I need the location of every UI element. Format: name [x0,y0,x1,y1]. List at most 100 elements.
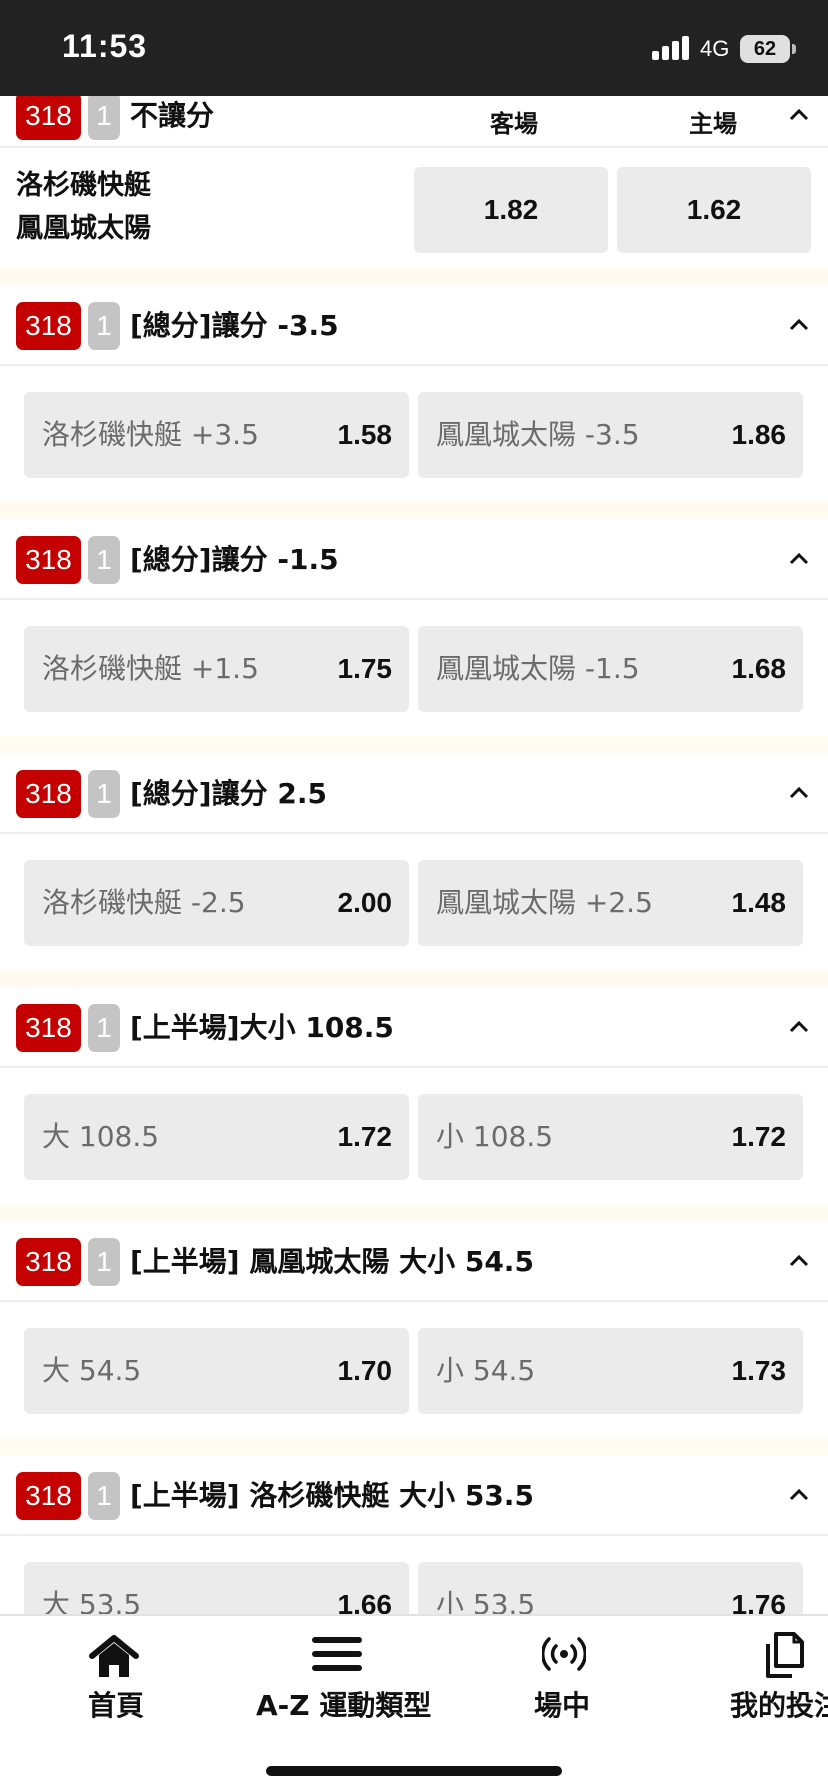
nav-my-bets[interactable]: 我的投注 [728,1616,828,1726]
home-indicator [266,1766,562,1776]
selection-label: 洛杉磯快艇 +1.5 [42,652,259,685]
odds-value: 1.72 [731,1121,787,1152]
odds-value: 1.66 [337,1589,393,1614]
period-badge: 1 [88,536,120,584]
odds-value: 1.75 [337,653,393,684]
period-badge: 1 [88,1238,120,1286]
network-type: 4G [700,36,730,61]
selection-label: 小 54.5 [436,1354,536,1387]
match-code-badge: 318 [16,770,81,818]
market-list[interactable]: 318 1 不讓分 客場 主場 洛杉磯快艇 鳳凰城太陽 1.82 1.62 31… [0,96,828,1614]
nav-live[interactable]: 場中 [530,1616,620,1726]
match-teams: 洛杉磯快艇 鳳凰城太陽 [16,164,151,250]
home-icon [89,1635,139,1677]
odds-button-right[interactable]: 鳳凰城太陽 -1.5 1.68 [418,626,803,712]
period-badge: 1 [88,96,120,140]
odds-button-left[interactable]: 大 54.5 1.70 [24,1328,409,1414]
nav-home[interactable]: 首頁 [60,1616,170,1726]
odds-button-left[interactable]: 洛杉磯快艇 +1.5 1.75 [24,626,409,712]
market-header[interactable]: 318 1 [上半場]大小 108.5 [0,988,828,1068]
period-badge: 1 [88,1004,120,1052]
column-header-away: 客場 [490,110,538,138]
nav-home-label: 首頁 [88,1689,145,1722]
match-code-badge: 318 [16,302,81,350]
odds-value: 1.68 [731,653,787,684]
section-divider [0,970,828,988]
nav-sports-a-z[interactable]: A-Z 運動類型 [252,1616,432,1726]
selection-label: 鳳凰城太陽 +2.5 [436,886,653,919]
chevron-up-icon[interactable] [788,104,810,126]
selection-label: 小 108.5 [436,1120,554,1153]
copy-documents-icon [766,1632,804,1678]
period-badge: 1 [88,770,120,818]
battery-icon: 62 [740,35,790,63]
odds-button-left[interactable]: 大 53.5 1.66 [24,1562,409,1614]
market-header[interactable]: 318 1 [上半場] 洛杉磯快艇 大小 53.5 [0,1456,828,1536]
selection-label: 小 53.5 [436,1588,536,1614]
odds-value: 1.58 [337,419,393,450]
selection-label: 大 53.5 [42,1588,142,1614]
market-title: [總分]讓分 -1.5 [130,543,339,576]
odds-button-home[interactable]: 1.62 [617,167,811,253]
odds-button-right[interactable]: 小 54.5 1.73 [418,1328,803,1414]
team-home-name: 鳳凰城太陽 [16,213,151,244]
team-away-name: 洛杉磯快艇 [16,170,151,201]
selection-label: 大 54.5 [42,1354,142,1387]
column-header-home: 主場 [689,110,737,138]
market-header-moneyline[interactable]: 318 1 不讓分 客場 主場 [0,96,828,148]
menu-icon [312,1637,362,1671]
odds-value: 1.73 [731,1355,787,1386]
status-bar: 11:53 4G 62 [0,0,828,96]
market-header[interactable]: 318 1 [總分]讓分 -1.5 [0,520,828,600]
period-badge: 1 [88,1472,120,1520]
match-code-badge: 318 [16,1004,81,1052]
live-broadcast-icon [542,1637,586,1671]
nav-live-label: 場中 [534,1689,591,1722]
market-title: 不讓分 [130,99,215,132]
odds-value: 1.48 [731,887,787,918]
chevron-up-icon[interactable] [788,782,810,804]
market-header[interactable]: 318 1 [總分]讓分 -3.5 [0,286,828,366]
odds-button-right[interactable]: 鳳凰城太陽 -3.5 1.86 [418,392,803,478]
odds-button-left[interactable]: 洛杉磯快艇 -2.5 2.00 [24,860,409,946]
odds-button-right[interactable]: 小 108.5 1.72 [418,1094,803,1180]
section-divider [0,1438,828,1456]
period-badge: 1 [88,302,120,350]
market-title: [上半場]大小 108.5 [130,1011,394,1044]
chevron-up-icon[interactable] [788,314,810,336]
nav-sports-label: A-Z 運動類型 [256,1689,432,1722]
selection-label: 洛杉磯快艇 +3.5 [42,418,259,451]
chevron-up-icon[interactable] [788,1250,810,1272]
odds-button-away[interactable]: 1.82 [414,167,608,253]
odds-value: 1.72 [337,1121,393,1152]
chevron-up-icon[interactable] [788,548,810,570]
status-time: 11:53 [62,28,148,64]
match-code-badge: 318 [16,1472,81,1520]
section-divider [0,736,828,754]
odds-button-right[interactable]: 小 53.5 1.76 [418,1562,803,1614]
market-header[interactable]: 318 1 [上半場] 鳳凰城太陽 大小 54.5 [0,1222,828,1302]
odds-button-left[interactable]: 大 108.5 1.72 [24,1094,409,1180]
match-code-badge: 318 [16,96,81,140]
nav-my-bets-label: 我的投注 [730,1689,828,1722]
selection-label: 鳳凰城太陽 -3.5 [436,418,640,451]
selection-label: 大 108.5 [42,1120,160,1153]
match-code-badge: 318 [16,1238,81,1286]
market-title: [上半場] 洛杉磯快艇 大小 53.5 [130,1479,534,1512]
odds-value: 2.00 [337,887,393,918]
odds-value: 1.86 [731,419,787,450]
odds-value: 1.76 [731,1589,787,1614]
section-divider [0,268,828,286]
odds-value: 1.70 [337,1355,393,1386]
odds-button-left[interactable]: 洛杉磯快艇 +3.5 1.58 [24,392,409,478]
chevron-up-icon[interactable] [788,1016,810,1038]
market-header[interactable]: 318 1 [總分]讓分 2.5 [0,754,828,834]
signal-strength-icon [652,36,692,60]
chevron-up-icon[interactable] [788,1484,810,1506]
market-title: [總分]讓分 -3.5 [130,309,339,342]
match-code-badge: 318 [16,536,81,584]
section-divider [0,502,828,520]
odds-button-right[interactable]: 鳳凰城太陽 +2.5 1.48 [418,860,803,946]
section-divider [0,1204,828,1222]
battery-tip [792,44,796,54]
